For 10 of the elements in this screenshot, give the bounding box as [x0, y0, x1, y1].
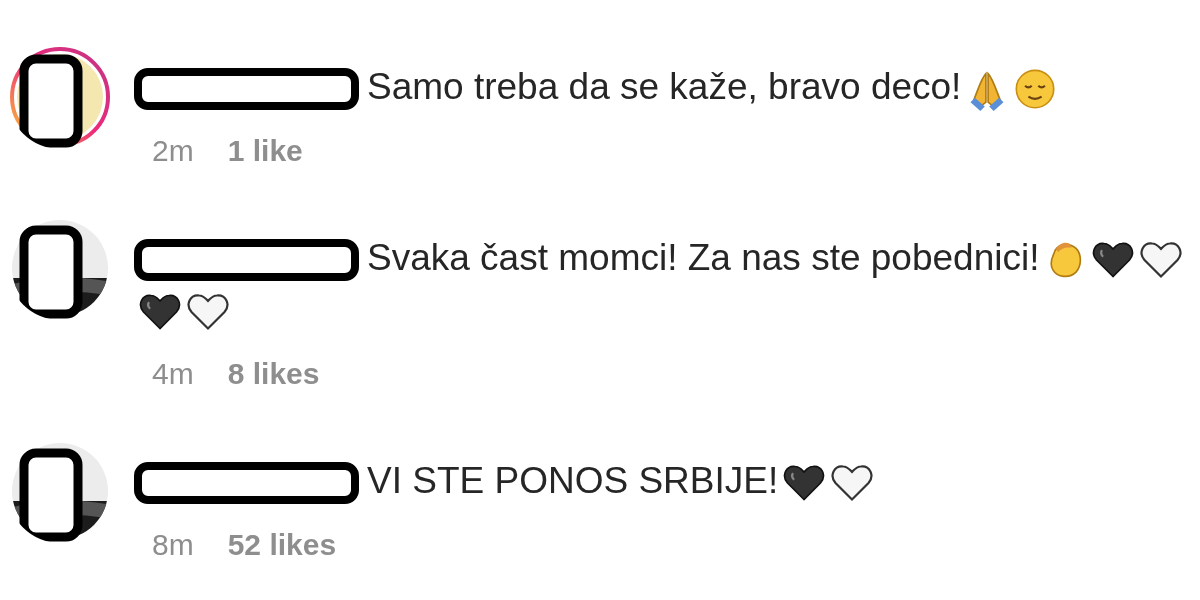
- likes-count[interactable]: 52 likes: [227, 527, 337, 563]
- comment-time: 4m: [152, 356, 194, 392]
- comment-text: VI STE PONOS SRBIJE!: [367, 460, 779, 501]
- comment-time: 8m: [152, 527, 194, 563]
- comment-text: Samo treba da se kaže, bravo deco!: [367, 66, 962, 107]
- comment-time: 2m: [152, 133, 194, 169]
- comment-text: Svaka čast momci! Za nas ste pobednici!: [367, 237, 1040, 278]
- likes-count[interactable]: 8 likes: [227, 356, 320, 392]
- likes-count[interactable]: 1 like: [227, 133, 303, 169]
- avatar[interactable]: [8, 45, 112, 149]
